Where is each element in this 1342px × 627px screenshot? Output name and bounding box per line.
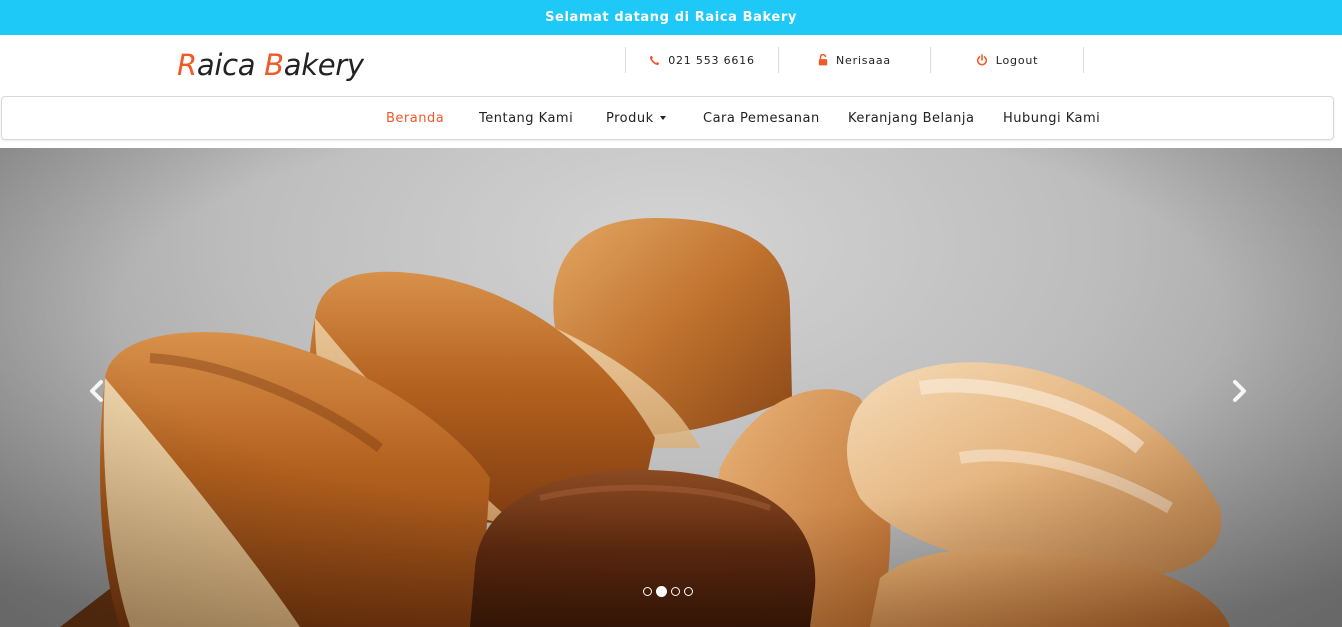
site-logo[interactable]: Raica Bakery: [177, 47, 364, 83]
carousel-prev-button[interactable]: [82, 376, 112, 406]
caret-down-icon: [659, 116, 666, 120]
user-account-link[interactable]: Nerisaaa: [779, 47, 930, 73]
divider: [1083, 47, 1084, 73]
logout-link[interactable]: Logout: [931, 47, 1083, 73]
nav-item-tentang-kami[interactable]: Tentang Kami: [479, 97, 573, 139]
carousel-indicator[interactable]: [684, 587, 693, 596]
chevron-right-icon: [1233, 380, 1246, 402]
hero-carousel: [0, 148, 1342, 627]
site-header: Raica Bakery 021 553 6616 Nerisaaa Logou…: [0, 35, 1342, 97]
lock-open-icon: [818, 54, 828, 66]
phone-icon: [650, 55, 660, 65]
bread-photo: [0, 148, 1342, 627]
phone-contact[interactable]: 021 553 6616: [626, 47, 778, 73]
nav-item-hubungi-kami[interactable]: Hubungi Kami: [1003, 97, 1100, 139]
carousel-indicator-active[interactable]: [656, 586, 667, 597]
chevron-left-icon: [90, 380, 103, 402]
welcome-bar: Selamat datang di Raica Bakery: [0, 0, 1342, 35]
power-icon: [976, 54, 987, 66]
welcome-text: Selamat datang di Raica Bakery: [545, 10, 797, 25]
nav-item-cara-pemesanan[interactable]: Cara Pemesanan: [703, 97, 820, 139]
nav-item-produk[interactable]: Produk: [606, 97, 666, 139]
main-navbar: Beranda Tentang Kami Produk Cara Pemesan…: [1, 96, 1334, 140]
carousel-indicators: [643, 586, 693, 597]
nav-item-beranda[interactable]: Beranda: [386, 97, 444, 139]
carousel-next-button[interactable]: [1224, 376, 1254, 406]
carousel-indicator[interactable]: [643, 587, 652, 596]
carousel-indicator[interactable]: [671, 587, 680, 596]
nav-item-keranjang-belanja[interactable]: Keranjang Belanja: [848, 97, 974, 139]
